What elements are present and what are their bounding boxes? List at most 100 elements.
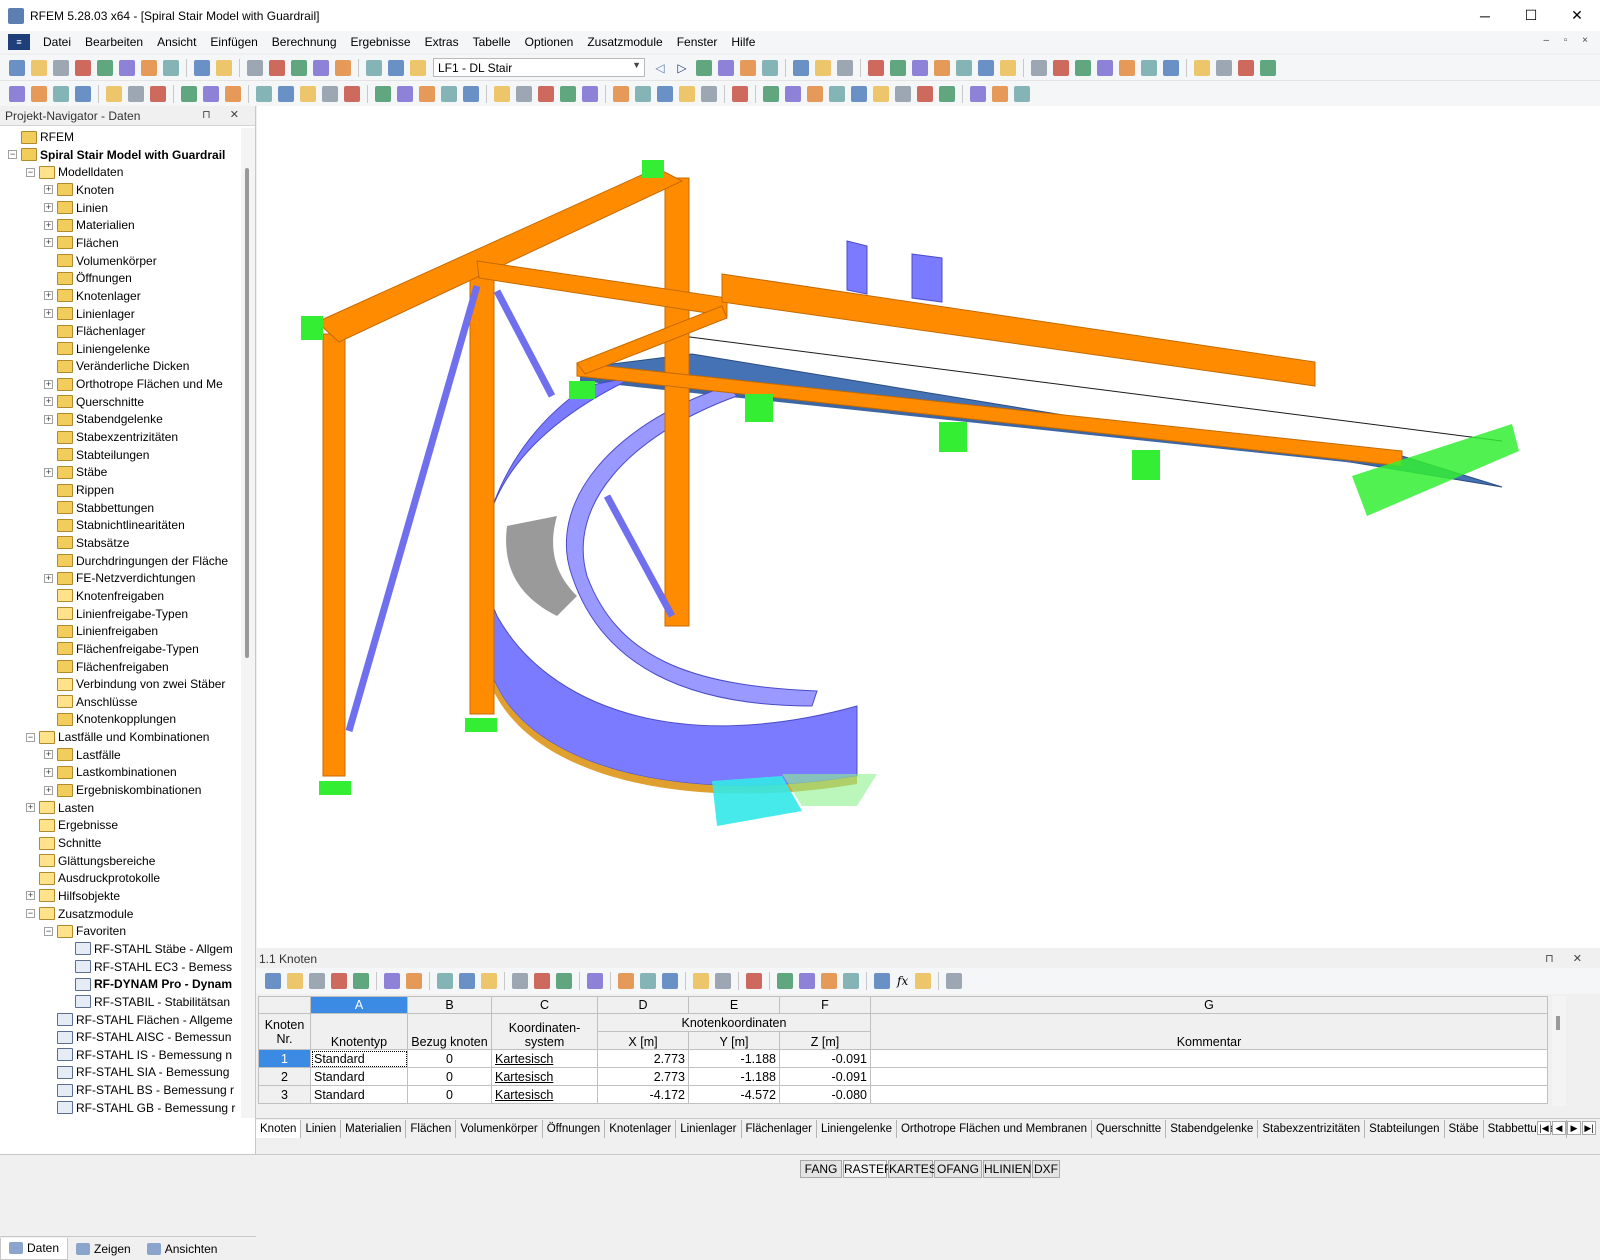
tab-data[interactable]: Daten bbox=[0, 1237, 69, 1260]
member-icon[interactable] bbox=[106, 85, 122, 102]
expand-icon[interactable]: + bbox=[44, 414, 53, 424]
dimension-icon[interactable] bbox=[763, 85, 779, 102]
save-all-icon[interactable] bbox=[75, 59, 91, 76]
measure-icon[interactable] bbox=[1000, 59, 1016, 76]
ref-node-cell[interactable]: 0 bbox=[407, 1085, 492, 1104]
menu-view[interactable]: Ansicht bbox=[150, 35, 203, 49]
menu-tools[interactable]: Extras bbox=[418, 35, 466, 49]
menu-table[interactable]: Tabelle bbox=[466, 35, 518, 49]
tree-item[interactable]: + Stäbe bbox=[44, 463, 107, 481]
row-number-cell[interactable]: 3 bbox=[258, 1085, 311, 1104]
tree-item[interactable]: + Lasten bbox=[26, 799, 94, 817]
status-hlinien-button[interactable]: HLINIEN bbox=[983, 1160, 1031, 1178]
column-header-e[interactable]: E bbox=[688, 996, 780, 1014]
expand-icon[interactable]: + bbox=[44, 467, 53, 477]
open-file-icon[interactable] bbox=[31, 59, 47, 76]
member-results-icon[interactable] bbox=[375, 85, 391, 102]
mirror-icon[interactable] bbox=[1075, 59, 1091, 76]
nodal-load-icon[interactable] bbox=[203, 85, 219, 102]
tree-item[interactable]: Stabbettungen bbox=[44, 499, 154, 517]
tree-item[interactable]: Veränderliche Dicken bbox=[44, 357, 189, 375]
tree-item[interactable]: Liniengelenke bbox=[44, 340, 150, 358]
box-3d-icon[interactable] bbox=[560, 85, 576, 102]
excel-export-icon[interactable] bbox=[821, 973, 837, 989]
y-coordinate-cell[interactable]: -1.188 bbox=[688, 1067, 780, 1086]
comment-cell[interactable] bbox=[870, 1067, 1548, 1086]
tree-item[interactable]: + Stabendgelenke bbox=[44, 410, 163, 428]
status-fang-button[interactable]: FANG bbox=[800, 1160, 842, 1178]
tree-item[interactable]: Anschlüsse bbox=[44, 693, 137, 711]
brace-right[interactable] bbox=[493, 289, 556, 398]
tree-item[interactable]: − Modelldaten bbox=[26, 163, 123, 181]
plane-icon[interactable] bbox=[829, 85, 845, 102]
tree-item[interactable]: Verbindung von zwei Stäber bbox=[44, 675, 225, 693]
support-icon[interactable] bbox=[75, 85, 91, 102]
node-type-cell[interactable]: Standard bbox=[310, 1085, 408, 1104]
axis-y-icon[interactable] bbox=[635, 85, 651, 102]
collapse-icon[interactable]: − bbox=[26, 732, 35, 742]
table-sort-asc-icon[interactable] bbox=[512, 973, 528, 989]
zoom-window-icon[interactable] bbox=[516, 85, 532, 102]
sheet-tab[interactable]: Linien bbox=[301, 1119, 342, 1138]
table-grid-icon[interactable] bbox=[693, 973, 709, 989]
surface-icon[interactable] bbox=[150, 85, 166, 102]
tree-item[interactable]: + Knoten bbox=[44, 181, 114, 199]
tab-views[interactable]: Ansichten bbox=[139, 1238, 226, 1260]
brace-left[interactable] bbox=[345, 285, 481, 732]
table-sort-desc-icon[interactable] bbox=[534, 973, 550, 989]
menu-help[interactable]: Hilfe bbox=[724, 35, 762, 49]
snap-icon[interactable] bbox=[890, 59, 906, 76]
load-icon[interactable] bbox=[181, 85, 197, 102]
support-deck-1[interactable] bbox=[745, 394, 773, 422]
coordinate-icon[interactable] bbox=[873, 85, 889, 102]
tree-item[interactable]: Volumenkörper bbox=[44, 252, 157, 270]
tree-item[interactable]: Linienfreigaben bbox=[44, 622, 158, 640]
tree-item[interactable]: − Zusatzmodule bbox=[26, 905, 133, 923]
report-icon[interactable] bbox=[970, 85, 986, 102]
support-left[interactable] bbox=[301, 316, 323, 340]
support-deck-4[interactable] bbox=[569, 381, 595, 399]
line-icon[interactable] bbox=[31, 85, 47, 102]
expand-icon[interactable]: + bbox=[44, 185, 53, 195]
tree-item[interactable]: RF-STAHL IS - Bemessung n bbox=[44, 1046, 232, 1064]
tree-item[interactable]: RF-STAHL AISC - Bemessun bbox=[44, 1028, 231, 1046]
tree-item[interactable]: Ausdruckprotokolle bbox=[26, 869, 160, 887]
rotate-icon[interactable] bbox=[956, 59, 972, 76]
table-paste-icon[interactable] bbox=[353, 973, 369, 989]
column-header-g[interactable]: G bbox=[870, 996, 1548, 1014]
tree-item[interactable]: RF-STAHL EC3 - Bemess bbox=[62, 958, 232, 976]
surface-results-icon[interactable] bbox=[397, 85, 413, 102]
menu-results[interactable]: Ergebnisse bbox=[344, 35, 418, 49]
tree-item[interactable]: + FE-Netzverdichtungen bbox=[44, 569, 195, 587]
sheet-tab[interactable]: Knotenlager bbox=[605, 1119, 677, 1138]
tree-item[interactable]: RF-STAHL SIA - Bemessung bbox=[44, 1063, 229, 1081]
animation-icon[interactable] bbox=[793, 59, 809, 76]
next-loadcase-icon[interactable]: ▷ bbox=[674, 60, 690, 76]
status-raster-button[interactable]: RASTER bbox=[843, 1160, 893, 1178]
expand-icon[interactable]: + bbox=[44, 750, 53, 760]
connect-icon[interactable] bbox=[1031, 59, 1047, 76]
table-link-icon[interactable] bbox=[799, 973, 815, 989]
tree-item[interactable]: Stabteilungen bbox=[44, 446, 149, 464]
tree-item[interactable]: Knotenfreigaben bbox=[44, 587, 164, 605]
table-select-icon[interactable] bbox=[437, 973, 453, 989]
axis-z-icon[interactable] bbox=[657, 85, 673, 102]
table-text-icon[interactable] bbox=[874, 973, 890, 989]
sheet-tab[interactable]: Stabendgelenke bbox=[1166, 1119, 1259, 1138]
sheet-tab[interactable]: Flächen bbox=[406, 1119, 457, 1138]
export-icon[interactable] bbox=[1194, 59, 1210, 76]
save-icon[interactable] bbox=[97, 59, 113, 76]
table-prev-icon[interactable] bbox=[384, 973, 400, 989]
lock-icon[interactable] bbox=[946, 973, 963, 989]
tree-item[interactable]: + Flächen bbox=[44, 234, 119, 252]
comment-cell[interactable] bbox=[870, 1085, 1548, 1104]
menu-calculate[interactable]: Berechnung bbox=[265, 35, 344, 49]
last-sheet-button[interactable]: ▶| bbox=[1582, 1121, 1596, 1135]
function-clear-icon[interactable] bbox=[915, 973, 932, 989]
tree-item[interactable]: Rippen bbox=[44, 481, 114, 499]
expand-icon[interactable]: + bbox=[44, 397, 53, 407]
box-icon[interactable] bbox=[278, 85, 294, 102]
navigator-pin-close-icons[interactable]: ⊓ ✕ bbox=[202, 108, 247, 121]
sheet-tab[interactable]: Querschnitte bbox=[1092, 1119, 1167, 1138]
collapse-icon[interactable]: − bbox=[44, 926, 53, 936]
